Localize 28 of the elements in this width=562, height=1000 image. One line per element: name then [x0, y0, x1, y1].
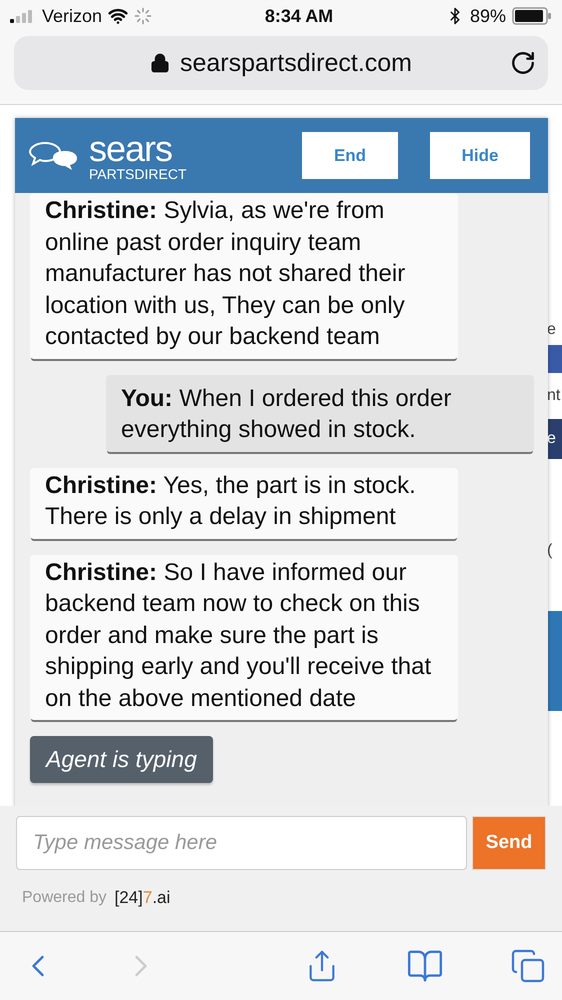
page-text: nt: [546, 386, 562, 406]
loading-icon: [134, 7, 152, 25]
typing-indicator: Agent is typing: [30, 736, 213, 783]
end-button[interactable]: End: [302, 132, 398, 179]
chat-bubbles-icon: [29, 140, 79, 170]
hide-button[interactable]: Hide: [430, 132, 530, 179]
powered-by-text: Powered by: [22, 889, 106, 907]
reload-icon[interactable]: [510, 50, 536, 76]
page-text: (: [546, 541, 554, 561]
battery-percent: 89%: [470, 6, 506, 26]
logo-tagline: PARTSDIRECT: [89, 166, 186, 180]
logo-name: sears: [89, 130, 174, 166]
page-text: e: [546, 320, 557, 340]
brand-logo: [24]7.ai: [114, 888, 170, 908]
send-button[interactable]: Send: [472, 816, 546, 870]
lock-icon: [150, 53, 170, 73]
chat-message: You: When I ordered this order everything showed in stock.: [106, 374, 534, 452]
chat-message: Christine: Yes, the part is in stock. There is only a delay in shipment: [30, 468, 458, 538]
message-input[interactable]: Type message here: [16, 816, 467, 870]
tabs-icon[interactable]: [510, 948, 546, 984]
wifi-icon: [108, 6, 128, 26]
clock-time: 8:34 AM: [264, 6, 334, 26]
address-bar[interactable]: searspartsdirect.com: [14, 36, 548, 90]
chat-message: Christine: So I have informed our backend team now to check on this order and make sure the part is shipping early and you'll receive that on the above mentioned date: [30, 554, 458, 720]
chat-message: Christine: Sylvia, as we're from online past order inquiry team manufacturer has not shared their location with us, They can be only contacted by our backend team: [30, 193, 458, 358]
battery-icon: [512, 7, 552, 25]
url-text: searspartsdirect.com: [180, 48, 412, 78]
carrier-name: Verizon: [42, 6, 102, 26]
